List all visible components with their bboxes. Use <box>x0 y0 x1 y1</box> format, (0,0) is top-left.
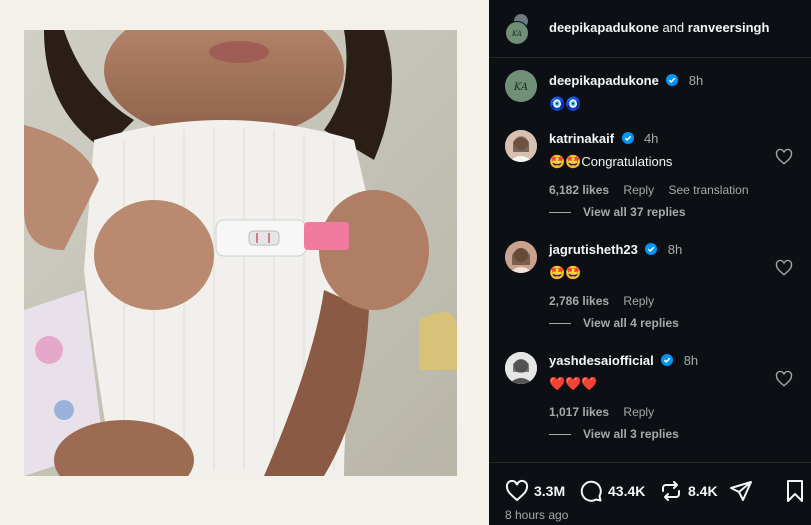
comment-count: 43.4K <box>608 483 646 499</box>
post-media-pane <box>0 0 489 525</box>
svg-text:KA: KA <box>511 30 522 38</box>
view-replies-label: View all 37 replies <box>583 205 686 219</box>
like-count[interactable]: 3.3M <box>534 483 565 499</box>
header-connector: and <box>662 20 685 35</box>
post-photo[interactable] <box>24 30 457 476</box>
header-usernames: deepikapadukone and ranveersingh <box>549 20 769 35</box>
caption-time: 8h <box>688 73 704 88</box>
reply-button[interactable]: Reply <box>623 183 654 197</box>
reply-button[interactable]: Reply <box>623 405 654 419</box>
comment-text: 🤩🤩Congratulations <box>549 154 673 169</box>
repost-action[interactable]: 8.4K <box>659 479 718 503</box>
comment-time: 8h <box>683 353 699 368</box>
post-timestamp: 8 hours ago <box>505 508 569 522</box>
view-replies-button[interactable]: View all 37 replies <box>549 205 686 219</box>
repost-icon[interactable] <box>659 479 683 503</box>
avatar-photo <box>505 241 537 273</box>
comment-item: jagrutisheth23 8h 🤩🤩 2,786 likes Reply V… <box>505 241 805 341</box>
comment-avatar[interactable] <box>505 241 537 273</box>
logo-icon: KA <box>505 70 537 102</box>
verified-badge-icon <box>666 74 679 86</box>
share-send-icon[interactable] <box>729 479 753 503</box>
comment-time: 8h <box>667 242 683 257</box>
view-replies-button[interactable]: View all 4 replies <box>549 316 679 330</box>
deepikapadukone-avatar[interactable]: KA <box>505 21 529 45</box>
comment-likes[interactable]: 1,017 likes <box>549 405 609 419</box>
verified-badge-icon <box>645 243 658 255</box>
replies-divider <box>549 212 571 214</box>
comment-avatar[interactable] <box>505 130 537 162</box>
bookmark-icon[interactable] <box>785 479 805 503</box>
photo-illustration <box>24 30 457 476</box>
comment-likes[interactable]: 2,786 likes <box>549 294 609 308</box>
replies-divider <box>549 323 571 325</box>
comment-item: yashdesaiofficial 8h ❤️❤️❤️ 1,017 likes … <box>505 352 805 452</box>
caption-text: 🧿🧿 <box>549 96 582 111</box>
like-action[interactable]: 3.3M <box>505 479 565 503</box>
verified-badge-icon <box>661 354 674 366</box>
view-replies-label: View all 4 replies <box>583 316 679 330</box>
view-replies-label: View all 3 replies <box>583 427 679 441</box>
save-action[interactable] <box>785 479 805 503</box>
caption-username[interactable]: deepikapadukone <box>549 73 659 88</box>
comment-time: 4h <box>643 131 659 146</box>
caption-avatar[interactable]: KA <box>505 70 537 102</box>
like-comment-heart-icon[interactable] <box>775 259 793 277</box>
replies-divider <box>549 434 571 436</box>
comment-bubble-icon[interactable] <box>579 479 603 503</box>
verified-badge-icon <box>621 132 634 144</box>
svg-text:KA: KA <box>513 82 528 93</box>
view-replies-button[interactable]: View all 3 replies <box>549 427 679 441</box>
comment-username[interactable]: yashdesaiofficial <box>549 353 654 368</box>
repost-count: 8.4K <box>688 483 718 499</box>
comment-item: katrinakaif 4h 🤩🤩Congratulations 6,182 l… <box>505 130 805 230</box>
comment-username[interactable]: katrinakaif <box>549 131 614 146</box>
comment-text: ❤️❤️❤️ <box>549 376 598 391</box>
comment-username[interactable]: jagrutisheth23 <box>549 242 638 257</box>
comment-avatar[interactable] <box>505 352 537 384</box>
like-comment-heart-icon[interactable] <box>775 370 793 388</box>
avatar-photo <box>505 130 537 162</box>
comments-panel: KA deepikapadukone and ranveersingh KA d… <box>489 0 811 525</box>
post-header: KA deepikapadukone and ranveersingh <box>489 0 811 58</box>
reply-button[interactable]: Reply <box>623 294 654 308</box>
like-comment-heart-icon[interactable] <box>775 148 793 166</box>
post-action-bar: 3.3M 43.4K 8.4K <box>489 462 811 502</box>
heart-icon[interactable] <box>505 479 529 503</box>
logo-icon: KA <box>507 23 527 43</box>
collab-avatars[interactable]: KA <box>505 13 533 45</box>
header-user2-link[interactable]: ranveersingh <box>688 20 770 35</box>
avatar-photo <box>505 352 537 384</box>
see-translation-button[interactable]: See translation <box>668 183 748 197</box>
comment-likes[interactable]: 6,182 likes <box>549 183 609 197</box>
comment-action[interactable]: 43.4K <box>579 479 645 503</box>
comment-text: 🤩🤩 <box>549 265 582 280</box>
header-user1-link[interactable]: deepikapadukone <box>549 20 659 35</box>
share-action[interactable] <box>729 479 753 503</box>
